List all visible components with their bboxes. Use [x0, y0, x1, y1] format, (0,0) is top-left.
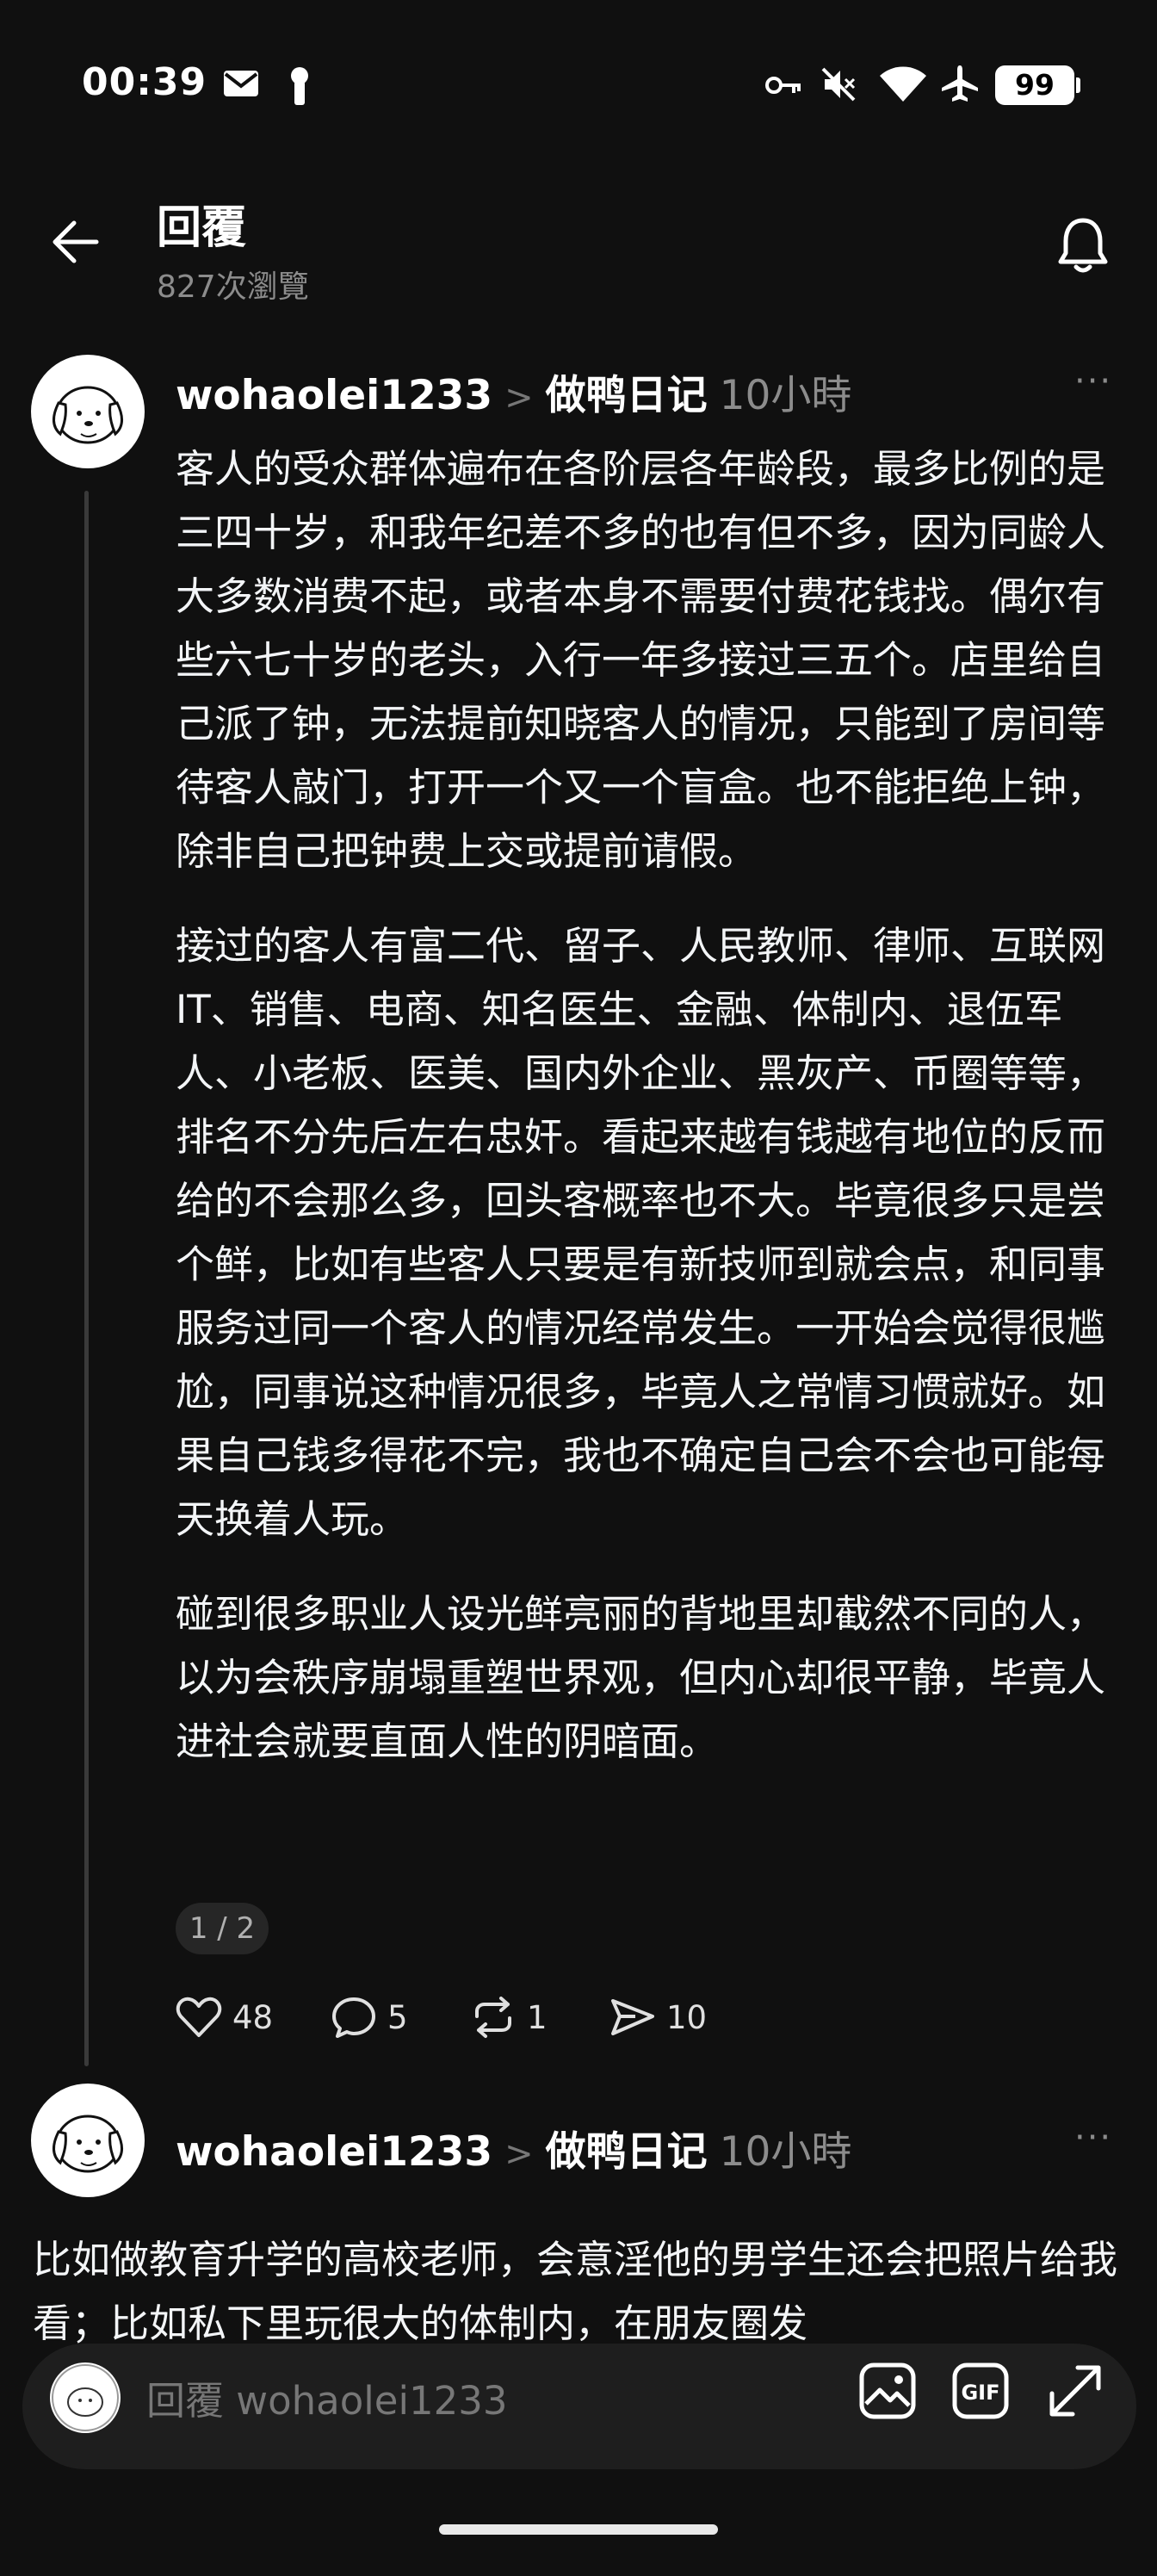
post-paragraph: 接过的客人有富二代、留子、人民教师、律师、互联网IT、销售、电商、知名医生、金融…: [176, 923, 1106, 1542]
post-time: 10小時: [719, 372, 852, 419]
mail-icon: [222, 69, 260, 102]
post-body: 客人的受众群体遍布在各阶层各年龄段，最多比例的是三四十岁，和我年纪差不多的也有但…: [176, 437, 1105, 1805]
post-meta: wohaolei1233 > 做鸭日记 10小時: [176, 362, 851, 421]
post-paragraph: 客人的受众群体遍布在各阶层各年龄段，最多比例的是三四十岁，和我年纪差不多的也有但…: [176, 446, 1106, 874]
post-paragraph: 碰到很多职业人设光鲜亮丽的背地里却截然不同的人，以为会秩序崩塌重塑世界观，但内心…: [176, 1591, 1106, 1764]
svg-text:GIF: GIF: [961, 2381, 999, 2405]
post-meta: wohaolei1233 > 做鸭日记 10小時: [176, 2118, 851, 2177]
share-count: 10: [666, 1998, 708, 2036]
reply-count: 5: [387, 1998, 408, 2036]
post-time: 10小時: [719, 2128, 852, 2176]
chevron-right-icon: >: [504, 2134, 534, 2174]
mute-icon: [820, 65, 857, 107]
repost-button[interactable]: 1: [470, 1996, 548, 2039]
username-link[interactable]: wohaolei1233: [176, 372, 492, 419]
more-options-icon[interactable]: ···: [1074, 2118, 1112, 2158]
share-button[interactable]: 10: [609, 1996, 707, 2039]
expand-icon[interactable]: [1045, 2361, 1105, 2424]
airplane-icon: [940, 64, 980, 107]
username-link[interactable]: wohaolei1233: [176, 2128, 492, 2176]
avatar[interactable]: [31, 355, 145, 468]
page-indicator: 1 / 2: [176, 1903, 269, 1954]
comment-icon: [332, 1997, 375, 2038]
avatar: [50, 2362, 121, 2433]
lock-icon: [287, 65, 312, 110]
key-icon: [764, 74, 802, 100]
send-icon: [611, 1999, 654, 2035]
more-options-icon[interactable]: ···: [1074, 362, 1112, 401]
gif-icon[interactable]: GIF: [950, 2361, 1011, 2424]
battery-tip: [1076, 77, 1080, 93]
reply-input[interactable]: 回覆 wohaolei1233: [146, 2369, 507, 2425]
topic-link[interactable]: 做鸭日记: [546, 372, 708, 419]
thread-line: [84, 491, 89, 2066]
avatar[interactable]: [31, 2084, 145, 2197]
reply-button[interactable]: 5: [331, 1996, 408, 2039]
post-body: 比如做教育升学的高校老师，会意淫他的男学生还会把照片给我看；比如私下里玩很大的体…: [33, 2237, 1118, 2346]
repost-icon: [475, 1997, 511, 2038]
bell-icon[interactable]: [1055, 215, 1111, 279]
view-count: 827次瀏覽: [157, 269, 309, 305]
back-arrow-icon[interactable]: [52, 220, 100, 268]
status-time: 00:39: [82, 60, 207, 104]
repost-count: 1: [527, 1998, 548, 2036]
page-title: 回覆: [157, 202, 247, 254]
wifi-icon: [878, 65, 928, 107]
topic-link[interactable]: 做鸭日记: [546, 2128, 708, 2176]
chevron-right-icon: >: [504, 378, 534, 418]
heart-icon: [176, 1997, 222, 2037]
battery-indicator: 99: [995, 65, 1074, 105]
like-button[interactable]: 48: [176, 1996, 273, 2039]
image-icon[interactable]: [857, 2361, 918, 2424]
like-count: 48: [232, 1998, 274, 2036]
home-indicator[interactable]: [439, 2524, 718, 2535]
